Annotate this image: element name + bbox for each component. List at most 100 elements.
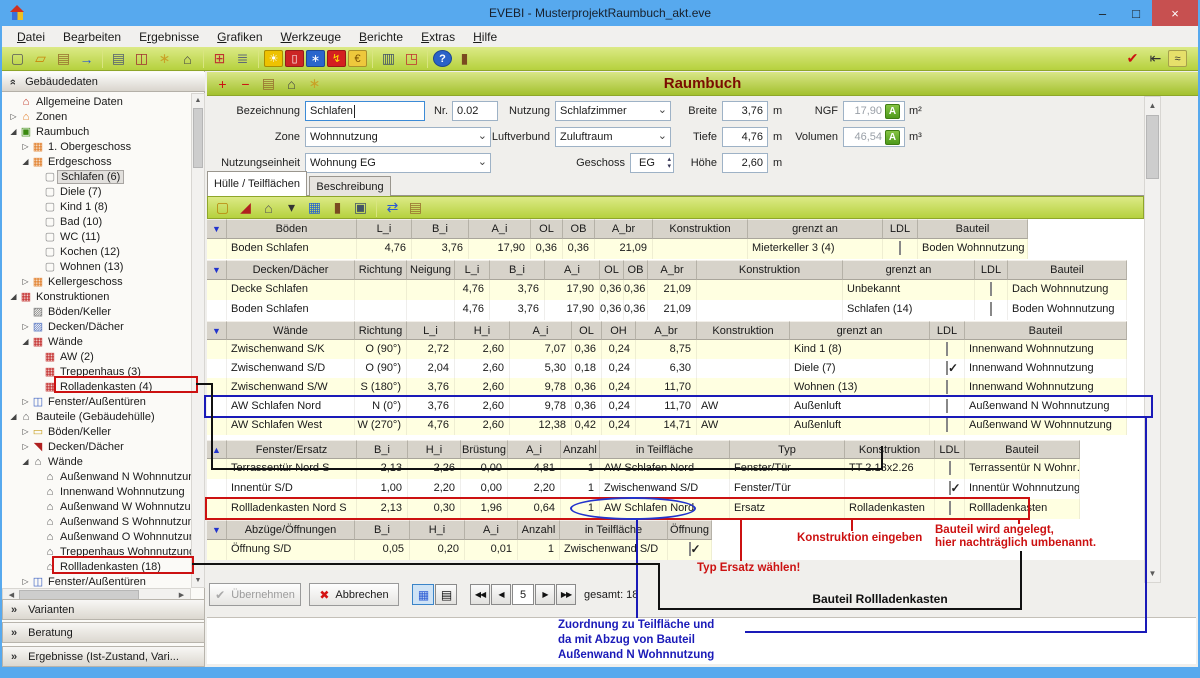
- column-header-ldl[interactable]: LDL: [930, 321, 965, 340]
- tree-item-kellergeschoss[interactable]: ▷▦Kellergeschoss: [2, 274, 191, 289]
- column-header-a-br[interactable]: A_br: [636, 321, 697, 340]
- column-header-neigung[interactable]: Neigung: [407, 260, 455, 280]
- collapsed-icon[interactable]: ▷: [20, 277, 31, 286]
- new-surface-icon[interactable]: ▢: [212, 198, 233, 217]
- roof-icon[interactable]: ◢: [235, 198, 256, 217]
- nutzungseinheit-select[interactable]: Wohnung EG⌄: [305, 153, 491, 173]
- open-folder-icon[interactable]: ▱: [30, 49, 51, 68]
- column-header-ol[interactable]: OL: [600, 260, 624, 280]
- tree-item-kind-1-8[interactable]: ▢Kind 1 (8): [2, 199, 191, 214]
- tab-beschreibung[interactable]: Beschreibung: [309, 176, 391, 196]
- help-icon[interactable]: ?: [433, 50, 452, 67]
- scroll-up-icon[interactable]: ▲: [1145, 101, 1160, 110]
- new-file-icon[interactable]: ▢: [7, 49, 28, 68]
- compare-documents-icon[interactable]: ◫: [131, 49, 152, 68]
- column-header-a-i[interactable]: A_i: [465, 520, 518, 540]
- column-header-ol[interactable]: OL: [531, 219, 563, 239]
- tree-item-außenwand-o-wohnnutzung[interactable]: ⌂Außenwand O Wohnnutzung: [2, 529, 191, 544]
- view-form-toggle[interactable]: ▦: [412, 584, 434, 605]
- minimize-button[interactable]: –: [1085, 0, 1120, 26]
- page-number-input[interactable]: 5: [512, 584, 534, 605]
- sidebar-header[interactable]: » Gebäudedaten: [2, 72, 205, 92]
- tree-item-allgemeine-daten[interactable]: ⌂Allgemeine Daten: [2, 94, 191, 109]
- menu-grafiken[interactable]: Grafiken: [208, 28, 271, 46]
- tiefe-input[interactable]: 4,76: [722, 127, 768, 147]
- tree-scrollbar-thumb[interactable]: [193, 108, 203, 168]
- column-header-in-teilfläche[interactable]: in Teilfläche: [560, 520, 668, 540]
- auto-calc-badge[interactable]: A: [885, 130, 900, 145]
- scroll-up-icon[interactable]: ▲: [192, 97, 204, 104]
- building-icon[interactable]: ⌂: [177, 49, 198, 68]
- tree-item-erdgeschoss[interactable]: ◢▦Erdgeschoss: [2, 154, 191, 169]
- collapsed-icon[interactable]: ▷: [20, 427, 31, 436]
- column-header-grenzt-an[interactable]: grenzt an: [843, 260, 975, 280]
- column-header-konstruktion[interactable]: Konstruktion: [845, 440, 935, 459]
- ldl-checkbox[interactable]: [946, 361, 948, 375]
- tab-huelle-teilflaechen[interactable]: Hülle / Teilflächen: [207, 171, 307, 196]
- column-header-anzahl[interactable]: Anzahl: [561, 440, 600, 459]
- table-row-innentür-s-d[interactable]: Innentür S/D1,002,200,002,201Zwischenwan…: [207, 479, 1080, 499]
- uebernehmen-button[interactable]: ✔ Übernehmen: [209, 583, 301, 606]
- column-header-bauteil[interactable]: Bauteil: [965, 321, 1127, 340]
- tree-item-innenwand-wohnnutzung[interactable]: ⌂Innenwand Wohnnutzung: [2, 484, 191, 499]
- copy-row-icon[interactable]: ▤: [405, 198, 426, 217]
- wand-icon[interactable]: ∗: [154, 49, 175, 68]
- filter-button[interactable]: ▲: [207, 440, 227, 459]
- column-header-a-i[interactable]: A_i: [508, 440, 561, 459]
- collapsed-icon[interactable]: ▷: [20, 142, 31, 151]
- move-entry-icon[interactable]: ⇄: [382, 198, 403, 217]
- column-header-decken-dächer[interactable]: Decken/Dächer: [227, 260, 355, 280]
- maximize-button[interactable]: □: [1120, 0, 1152, 26]
- tree-item-wände[interactable]: ◢▦Wände: [2, 334, 191, 349]
- cost-icon[interactable]: €: [348, 50, 367, 67]
- table-row-boden-schlafen[interactable]: Boden Schlafen4,763,7617,900,360,3621,09…: [207, 239, 1028, 259]
- column-header-fenster-ersatz[interactable]: Fenster/Ersatz: [227, 440, 357, 459]
- tree-item-fenster-außentüren[interactable]: ▷◫Fenster/Außentüren: [2, 574, 191, 588]
- tree-item-bauteile-gebäudehülle[interactable]: ◢⌂Bauteile (Gebäudehülle): [2, 409, 191, 424]
- column-header-bauteil[interactable]: Bauteil: [965, 440, 1080, 459]
- tree-item-böden-keller[interactable]: ▷▭Böden/Keller: [2, 424, 191, 439]
- column-header-b-i[interactable]: B_i: [355, 520, 410, 540]
- menu-datei[interactable]: Datei: [8, 28, 54, 46]
- column-header-oh[interactable]: OH: [602, 321, 636, 340]
- wall-icon[interactable]: ⌂: [258, 198, 279, 217]
- abbrechen-button[interactable]: ✖ Abbrechen: [309, 583, 399, 606]
- expanded-icon[interactable]: ◢: [20, 457, 31, 466]
- column-header-abzüge-öffnungen[interactable]: Abzüge/Öffnungen: [227, 520, 355, 540]
- tree-scrollbar[interactable]: ▲ ▼: [191, 93, 205, 588]
- expanded-icon[interactable]: ◢: [8, 292, 19, 301]
- exit-door-icon[interactable]: ▮: [454, 49, 475, 68]
- document-icon[interactable]: ▤: [108, 49, 129, 68]
- heating-icon[interactable]: ▯: [285, 50, 304, 67]
- column-header-ldl[interactable]: LDL: [935, 440, 965, 459]
- layers-icon[interactable]: ≣: [232, 49, 253, 68]
- pdf-export-icon[interactable]: ◳: [401, 49, 422, 68]
- column-header-a-i[interactable]: A_i: [545, 260, 600, 280]
- ldl-checkbox[interactable]: [946, 342, 948, 356]
- collapsed-icon[interactable]: ▷: [20, 322, 31, 331]
- ldl-checkbox[interactable]: [949, 461, 951, 475]
- column-header-l-i[interactable]: L_i: [357, 219, 412, 239]
- view-grid-toggle[interactable]: ▤: [435, 584, 457, 605]
- column-header-ob[interactable]: OB: [624, 260, 648, 280]
- window-icon[interactable]: ▦: [304, 198, 325, 217]
- tree-item-wände[interactable]: ◢⌂Wände: [2, 454, 191, 469]
- sidebar-item-varianten[interactable]: » Varianten: [2, 599, 205, 620]
- expanded-icon[interactable]: ◢: [8, 127, 19, 136]
- table-row-boden-schlafen[interactable]: Boden Schlafen4,763,7617,900,360,3621,09…: [207, 300, 1127, 320]
- column-header-böden[interactable]: Böden: [227, 219, 357, 239]
- collapsed-icon[interactable]: ▷: [8, 112, 19, 121]
- tree-item-aw-2[interactable]: ▦AW (2): [2, 349, 191, 364]
- scroll-down-icon[interactable]: ▼: [1145, 569, 1160, 578]
- expanded-icon[interactable]: ◢: [20, 337, 31, 346]
- filter-button[interactable]: ▼: [207, 219, 227, 239]
- collapsed-icon[interactable]: ▷: [20, 397, 31, 406]
- redo-icon[interactable]: →: [76, 49, 97, 68]
- column-header-a-br[interactable]: A_br: [648, 260, 697, 280]
- column-header-ol[interactable]: OL: [572, 321, 602, 340]
- expanded-icon[interactable]: ◢: [20, 157, 31, 166]
- tree-item-1-obergeschoss[interactable]: ▷▦1. Obergeschoss: [2, 139, 191, 154]
- column-header-brüstung[interactable]: Brüstung: [461, 440, 508, 459]
- column-header-b-i[interactable]: B_i: [412, 219, 469, 239]
- bezeichnung-input[interactable]: Schlafen: [305, 101, 425, 121]
